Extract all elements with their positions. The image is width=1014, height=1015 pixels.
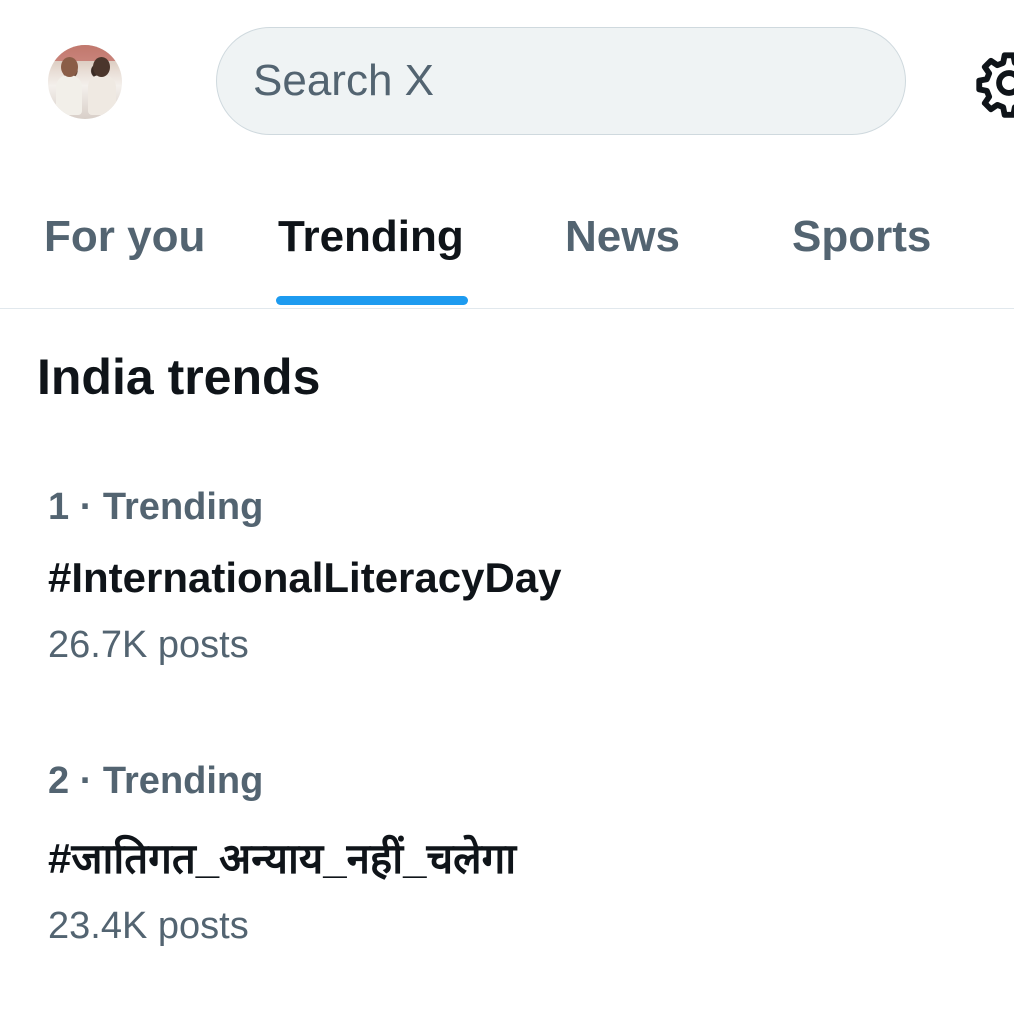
gear-icon[interactable] <box>974 48 1014 118</box>
trend-post-count: 23.4K posts <box>48 905 249 947</box>
trend-item[interactable]: 1 · Trending #InternationalLiteracyDay 2… <box>0 470 1014 720</box>
trend-meta: 2 · Trending <box>48 760 264 802</box>
trend-name: #InternationalLiteracyDay <box>48 554 562 601</box>
trend-meta: 1 · Trending <box>48 486 264 528</box>
avatar-figure-right <box>88 75 116 115</box>
tab-bar: For you Trending News Sports <box>0 168 1014 309</box>
tab-sports[interactable]: Sports <box>792 212 931 272</box>
active-tab-indicator <box>276 296 468 305</box>
trend-name: #जातिगत_अन्याय_नहीं_चलेगा <box>48 835 517 882</box>
search-placeholder: Search X <box>253 56 434 105</box>
tab-for-you[interactable]: For you <box>44 212 205 272</box>
avatar-background <box>48 45 122 61</box>
avatar-head-right <box>93 57 110 77</box>
tab-news[interactable]: News <box>565 212 680 272</box>
avatar[interactable] <box>48 45 122 119</box>
avatar-figure-left <box>56 75 82 115</box>
search-input[interactable]: Search X <box>216 27 906 135</box>
section-title: India trends <box>37 349 321 405</box>
top-bar: Search X <box>0 0 1014 168</box>
trend-item[interactable]: 2 · Trending #जातिगत_अन्याय_नहीं_चलेगा 2… <box>0 745 1014 995</box>
tab-trending[interactable]: Trending <box>278 212 464 272</box>
trend-post-count: 26.7K posts <box>48 624 249 666</box>
avatar-head-left <box>61 57 78 77</box>
